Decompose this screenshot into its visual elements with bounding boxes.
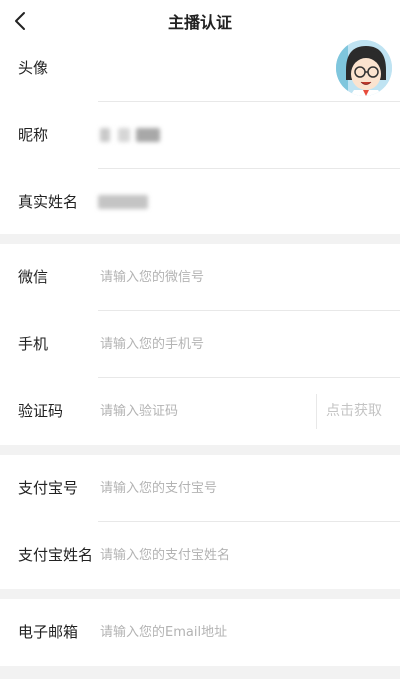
phone-input[interactable] xyxy=(100,329,310,360)
avatar-image xyxy=(336,40,392,96)
avatar[interactable] xyxy=(336,40,392,96)
code-separator xyxy=(316,394,317,429)
redacted-nickname xyxy=(136,128,160,142)
email-row: 电子邮箱 xyxy=(0,599,400,666)
nickname-row: 昵称 xyxy=(0,102,400,169)
nickname-label: 昵称 xyxy=(18,126,49,144)
code-row: 验证码 点击获取 xyxy=(0,378,400,445)
phone-row: 手机 xyxy=(0,311,400,378)
realname-row: 真实姓名 xyxy=(0,169,400,236)
wechat-input[interactable] xyxy=(100,262,310,293)
contact-section: 微信 手机 验证码 点击获取 xyxy=(0,244,400,445)
email-input[interactable] xyxy=(100,617,380,648)
realname-label: 真实姓名 xyxy=(18,193,79,211)
avatar-label: 头像 xyxy=(18,59,49,77)
code-label: 验证码 xyxy=(18,402,64,420)
alipay-section: 支付宝号 支付宝姓名 xyxy=(0,455,400,589)
profile-section: 头像 昵称 真实姓名 xyxy=(0,35,400,234)
alipay-name-row: 支付宝姓名 xyxy=(0,522,400,589)
redacted-nickname xyxy=(118,128,130,142)
redacted-realname xyxy=(98,195,148,209)
wechat-label: 微信 xyxy=(18,268,49,286)
alipay-name-input[interactable] xyxy=(100,540,380,571)
alipay-name-label: 支付宝姓名 xyxy=(18,546,94,564)
alipay-account-row: 支付宝号 xyxy=(0,455,400,522)
page-title: 主播认证 xyxy=(167,13,232,32)
redacted-nickname xyxy=(100,128,110,142)
get-code-button[interactable]: 点击获取 xyxy=(326,378,382,445)
code-input[interactable] xyxy=(100,396,310,427)
email-section: 电子邮箱 xyxy=(0,599,400,666)
alipay-account-input[interactable] xyxy=(100,473,380,504)
alipay-account-label: 支付宝号 xyxy=(18,479,79,497)
avatar-row[interactable]: 头像 xyxy=(0,35,400,102)
email-label: 电子邮箱 xyxy=(18,623,79,641)
phone-label: 手机 xyxy=(18,335,49,353)
wechat-row: 微信 xyxy=(0,244,400,311)
